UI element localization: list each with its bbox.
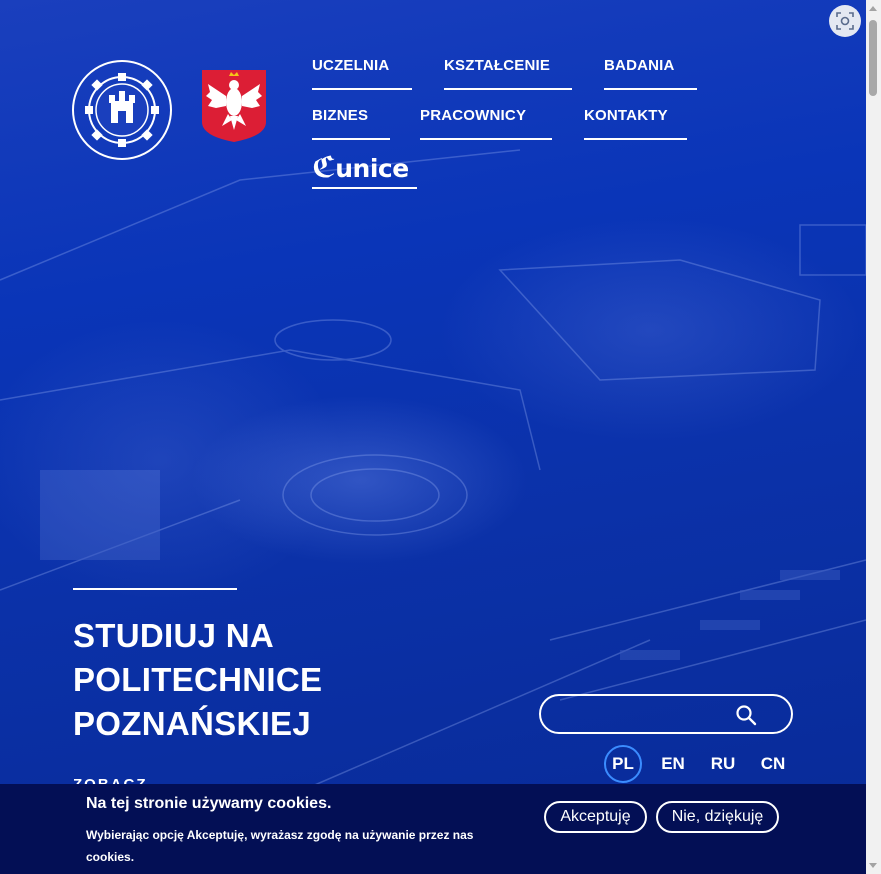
cookie-banner: Na tej stronie używamy cookies. Wybieraj… — [0, 784, 866, 874]
scroll-down-icon[interactable] — [869, 863, 877, 868]
nav-label: unice — [335, 154, 409, 183]
nav-kontakty[interactable]: KONTAKTY — [584, 106, 687, 140]
search-box[interactable] — [539, 694, 793, 734]
nav-label: BIZNES — [312, 107, 369, 124]
lang-en[interactable]: EN — [654, 745, 692, 783]
nav-label: UCZELNIA — [312, 57, 390, 74]
search-icon[interactable] — [734, 703, 758, 727]
scroll-thumb[interactable] — [869, 20, 877, 96]
university-logo[interactable] — [71, 59, 173, 161]
nav-unice[interactable]: ℭunice — [312, 153, 417, 189]
accessibility-button[interactable] — [829, 5, 861, 37]
hero-divider — [73, 588, 237, 590]
search-input[interactable] — [555, 702, 739, 728]
nav-label: KSZTAŁCENIE — [444, 57, 551, 74]
unice-logo: ℭunice — [312, 153, 409, 183]
nav-label: PRACOWNICY — [420, 107, 527, 124]
accept-cookies-button[interactable]: Akceptuję — [544, 801, 647, 833]
lang-pl[interactable]: PL — [604, 745, 642, 783]
decline-cookies-button[interactable]: Nie, dziękuję — [656, 801, 779, 833]
scroll-up-icon[interactable] — [869, 6, 877, 11]
page-scrollbar[interactable] — [866, 0, 881, 874]
nav-biznes[interactable]: BIZNES — [312, 106, 390, 140]
university-seal-icon — [72, 60, 172, 160]
lang-cn[interactable]: CN — [754, 745, 792, 783]
focus-scan-icon — [836, 12, 854, 30]
nav-uczelnia[interactable]: UCZELNIA — [312, 56, 412, 90]
nav-badania[interactable]: BADANIA — [604, 56, 697, 90]
hero-background: UCZELNIA KSZTAŁCENIE BADANIA BIZNES PRAC… — [0, 0, 866, 874]
lang-ru[interactable]: RU — [704, 745, 742, 783]
nav-pracownicy[interactable]: PRACOWNICY — [420, 106, 552, 140]
polish-eagle-emblem — [202, 70, 266, 142]
nav-label: BADANIA — [604, 57, 675, 74]
nav-label: KONTAKTY — [584, 107, 668, 124]
eagle-icon — [202, 70, 266, 142]
hero-title: STUDIUJ NA POLITECHNICE POZNAŃSKIEJ — [73, 617, 323, 742]
unice-logo-mark: ℭ — [312, 150, 336, 184]
cookie-title: Na tej stronie używamy cookies. — [86, 795, 332, 812]
nav-ksztalcenie[interactable]: KSZTAŁCENIE — [444, 56, 572, 90]
cookie-text: Wybierając opcję Akceptuję, wyrażasz zgo… — [86, 828, 474, 864]
